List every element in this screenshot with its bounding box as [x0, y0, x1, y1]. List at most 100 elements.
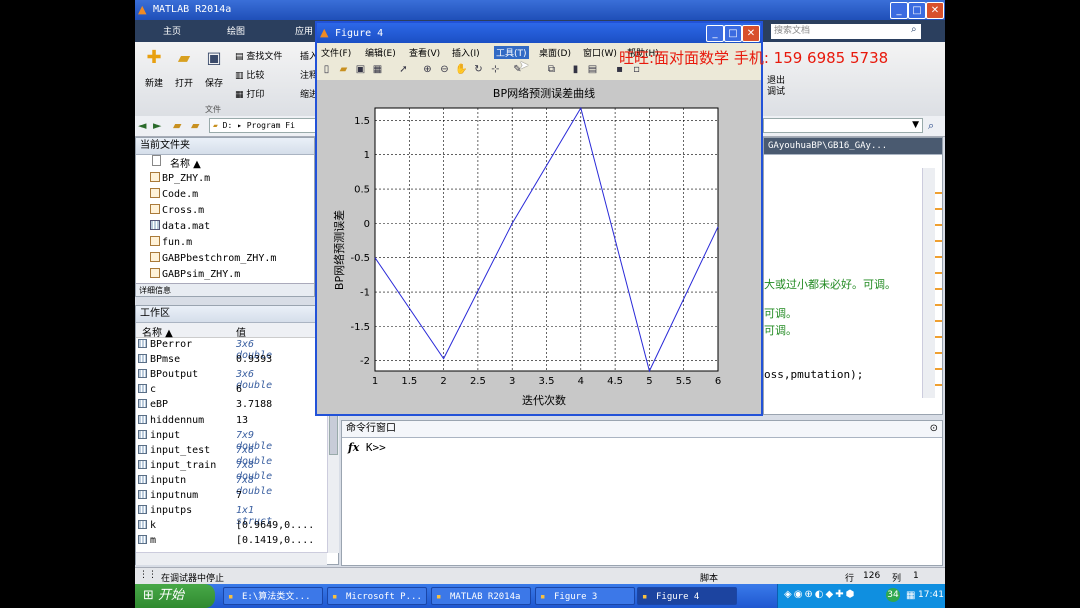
taskbar-item[interactable]: ▪ MATLAB R2014a	[431, 587, 531, 605]
editor-scrollbar[interactable]	[922, 168, 935, 398]
y-tick-label: 0.5	[354, 185, 370, 196]
tab-apps[interactable]: 应用	[295, 24, 313, 37]
file-item[interactable]: Cross.m	[150, 204, 204, 216]
network-icon[interactable]: ▦	[906, 590, 915, 601]
menu-desktop[interactable]: 桌面(D)	[539, 46, 571, 59]
menu-view[interactable]: 查看(V)	[409, 46, 440, 59]
tray-badge[interactable]: 34	[886, 588, 900, 602]
variable-name: BPoutput	[150, 369, 199, 381]
variable-row[interactable]: input 7x9 double	[138, 429, 272, 452]
x-tick-label: 2	[440, 376, 446, 387]
variable-row[interactable]: BPerror 3x6 double	[138, 339, 272, 361]
data-cursor-icon[interactable]: ⊹	[489, 63, 502, 76]
print-button[interactable]: ▦ 打印	[235, 87, 264, 100]
variable-name: input_test	[150, 444, 211, 456]
browse-folder-icon[interactable]: ▰	[191, 119, 199, 132]
variable-name: hiddennum	[150, 414, 205, 426]
details-bar[interactable]: 详细信息	[136, 283, 314, 296]
variable-row[interactable]: inputnum 7	[138, 490, 242, 501]
tab-home[interactable]: 主页	[163, 24, 181, 37]
clock[interactable]: 17:41	[918, 590, 944, 600]
variable-row[interactable]: BPmse 0.9393	[138, 354, 272, 365]
maximize-icon[interactable]: □	[908, 2, 926, 19]
variable-icon	[138, 339, 147, 348]
link-plot-icon[interactable]: ⧉	[545, 63, 558, 76]
menu-insert[interactable]: 插入(I)	[452, 46, 480, 59]
taskbar-item[interactable]: ▪ Microsoft P...	[327, 587, 427, 605]
new-button[interactable]: ✚ 新建	[141, 48, 167, 90]
taskbar-item[interactable]: ▪ E:\算法类文...	[223, 587, 323, 605]
exit-debug-button[interactable]: 退出 调试	[767, 76, 785, 98]
variable-row[interactable]: BPoutput 3x6 double	[138, 369, 272, 391]
save-button[interactable]: ▣ 保存	[201, 48, 227, 89]
figure-minimize-icon[interactable]: _	[706, 25, 724, 42]
variable-row[interactable]: inputn 7x8 double	[138, 474, 272, 497]
variable-name: input_train	[150, 459, 217, 471]
search-input[interactable]: 搜索文档	[771, 24, 921, 39]
taskbar-item[interactable]: ▪ Figure 3	[535, 587, 635, 605]
variable-row[interactable]: input_train 7x8 double	[138, 459, 272, 482]
taskbar-item[interactable]: ▪ Figure 4	[637, 587, 737, 605]
error-chart: 1 1.5 2 2.5 3 3.5 4 4.5 5 5.5 6 -2-1.5-1-0.500.511…	[332, 86, 721, 407]
forward-icon[interactable]: ►	[153, 119, 161, 132]
save-figure-icon[interactable]: ▣	[354, 63, 367, 76]
rotate-icon[interactable]: ↻	[472, 63, 485, 76]
open-file-icon[interactable]: ▰	[337, 63, 350, 76]
back-icon[interactable]: ◄	[138, 119, 146, 132]
legend-icon[interactable]: ▤	[586, 63, 599, 76]
file-name: Code.m	[162, 189, 199, 200]
pointer-icon[interactable]: ➚	[397, 63, 410, 76]
file-item[interactable]: data.mat	[150, 220, 210, 232]
colorbar-icon[interactable]: ▮	[569, 63, 582, 76]
variable-row[interactable]: input_test 7x6 double	[138, 444, 272, 467]
print-figure-icon[interactable]: ▦	[371, 63, 384, 76]
pan-icon[interactable]: ✋	[455, 63, 468, 76]
close-icon[interactable]: ✕	[926, 2, 944, 19]
figure-maximize-icon[interactable]: □	[724, 25, 742, 42]
var-name-header[interactable]: 名称 ▲	[142, 324, 173, 339]
file-item[interactable]: GABPsim_ZHY.m	[150, 268, 240, 280]
figure-close-icon[interactable]: ✕	[742, 25, 760, 42]
file-item[interactable]: GABPbestchrom_ZHY.m	[150, 252, 276, 264]
name-column-header[interactable]: 名称 ▲	[170, 155, 201, 170]
variable-row[interactable]: c6	[138, 384, 242, 395]
open-button[interactable]: ▰ 打开	[171, 48, 197, 89]
tray-icons[interactable]: ◈◉⊕◐◆✚⬢	[784, 589, 856, 600]
var-value-header[interactable]: 值	[236, 324, 246, 339]
y-tick-label: 1	[364, 150, 370, 161]
task-label: Microsoft P...	[346, 592, 422, 602]
editor-path: GAyouhuaBP\GB16_GAy...	[764, 138, 942, 155]
variable-row[interactable]: eBP 3.7188	[138, 399, 272, 411]
tab-plots[interactable]: 绘图	[227, 24, 245, 37]
fx-icon[interactable]: fx	[348, 441, 359, 454]
system-tray: ◈◉⊕◐◆✚⬢ 34 ▦ 17:41	[777, 584, 945, 608]
menu-circle-icon[interactable]: ⊙	[930, 423, 938, 434]
compare-button[interactable]: ▥ 比较	[235, 68, 264, 81]
variable-name: eBP	[150, 399, 169, 411]
menu-window[interactable]: 窗口(W)	[583, 46, 617, 59]
variable-row[interactable]: m [0.1419,0....	[138, 535, 314, 546]
zoom-in-icon[interactable]: ⊕	[421, 63, 434, 76]
variable-row[interactable]: k [0.9649,0....	[138, 520, 314, 531]
file-item[interactable]: Code.m	[150, 188, 198, 200]
variable-row[interactable]: hiddennum 13	[138, 414, 248, 426]
start-button[interactable]: ⊞ 开始	[135, 584, 215, 608]
command-prompt-line[interactable]: fx K>>	[348, 441, 386, 454]
workspace-hscrollbar[interactable]	[136, 552, 327, 565]
command-window[interactable]: 命令行窗口 ⊙ fx K>>	[341, 420, 943, 566]
find-files-button[interactable]: ▤ 查找文件	[235, 49, 282, 62]
path-dropdown[interactable]: ▼	[763, 118, 923, 133]
workspace-title: 工作区	[136, 306, 338, 323]
variable-row[interactable]: inputps 1x1 struct	[138, 505, 272, 527]
search-folder-icon[interactable]: ⌕	[928, 119, 934, 133]
menu-file[interactable]: 文件(F)	[321, 46, 351, 59]
file-item[interactable]: BP_ZHY.m	[150, 172, 210, 184]
file-item[interactable]: fun.m	[150, 236, 192, 248]
search-icon[interactable]: ⌕	[911, 24, 917, 35]
menu-edit[interactable]: 编辑(E)	[365, 46, 396, 59]
up-folder-icon[interactable]: ▰	[173, 119, 181, 132]
new-figure-icon[interactable]: ▯	[320, 63, 333, 76]
minimize-icon[interactable]: _	[890, 2, 908, 19]
path-field[interactable]: ▰ D: ▸ Program Fi	[209, 118, 317, 133]
zoom-out-icon[interactable]: ⊖	[438, 63, 451, 76]
